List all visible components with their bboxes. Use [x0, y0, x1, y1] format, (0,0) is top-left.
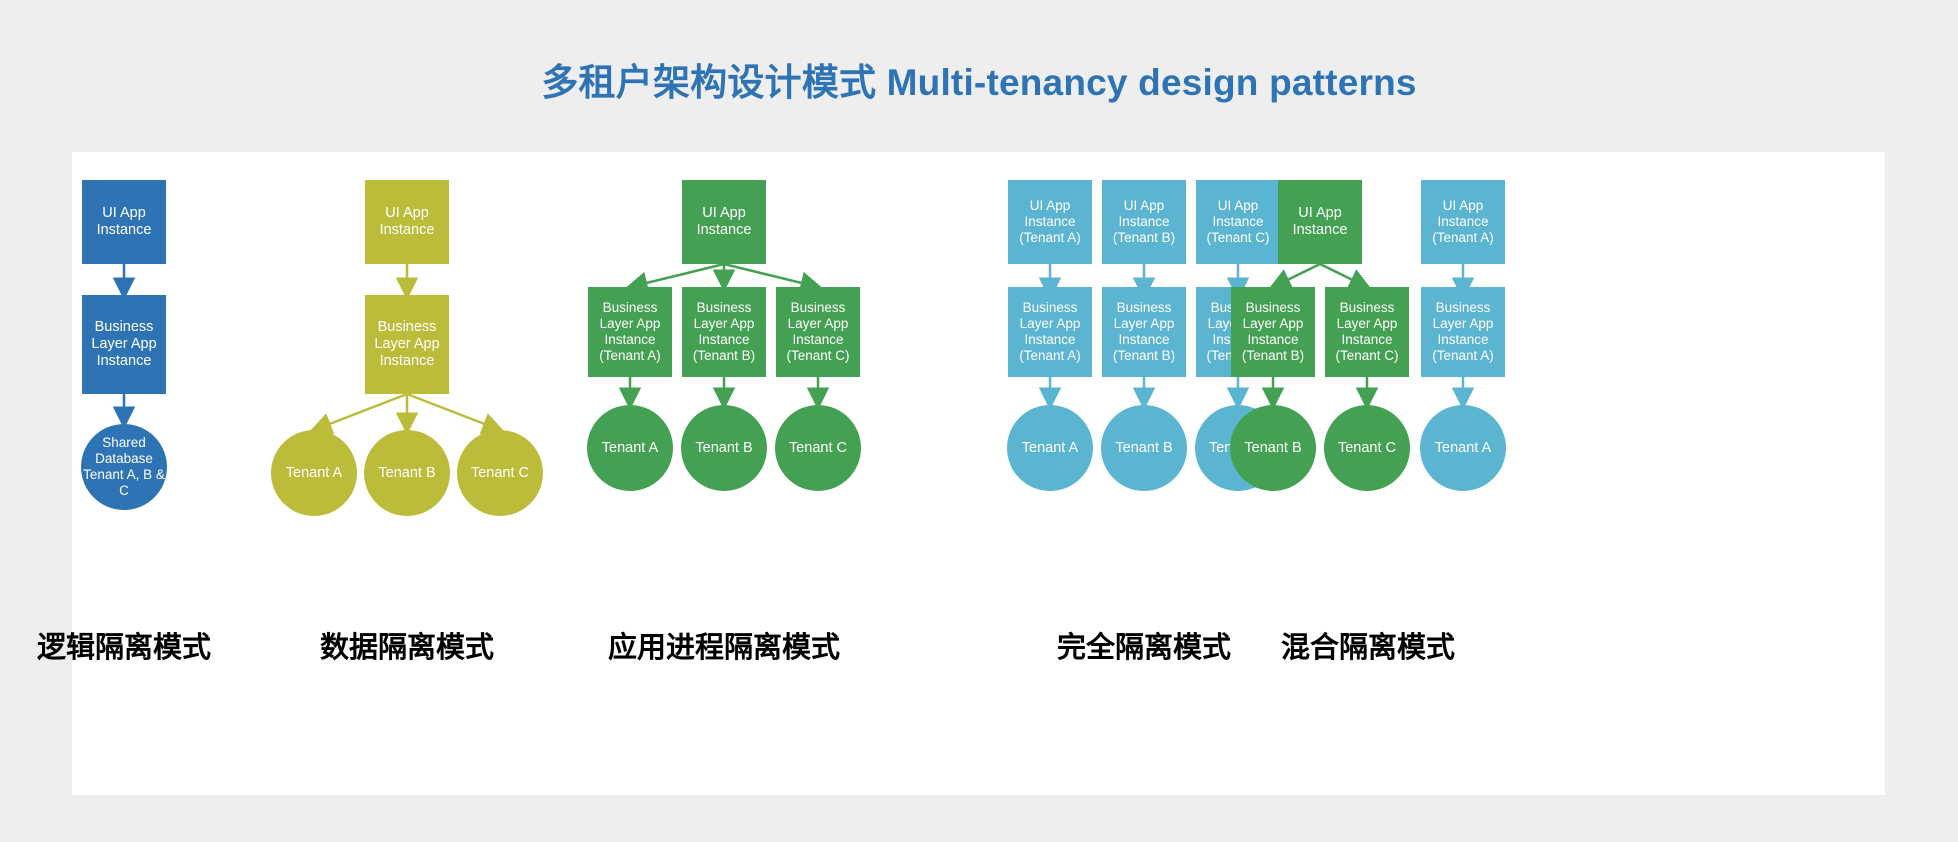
caption-app-process-isolation: 应用进程隔离模式 [607, 632, 840, 664]
node-ui-app-instance-tenant-b[interactable]: UI App Instance (Tenant B) [1102, 180, 1186, 264]
caption-data-isolation: 数据隔离模式 [319, 632, 494, 664]
node-tenant-b[interactable]: Tenant B [681, 405, 767, 491]
node-ui-app-instance[interactable]: UI App Instance [82, 180, 166, 264]
caption-hybrid-isolation: 混合隔离模式 [1280, 632, 1455, 664]
node-business-layer-app-instance-tenant-a[interactable]: Business Layer App Instance (Tenant A) [588, 287, 672, 377]
node-business-layer-app-instance-tenant-a[interactable]: Business Layer App Instance (Tenant A) [1421, 287, 1505, 377]
node-tenant-b[interactable]: Tenant B [1230, 405, 1316, 491]
node-tenant-b[interactable]: Tenant B [364, 430, 450, 516]
node-tenant-a[interactable]: Tenant A [1420, 405, 1506, 491]
node-business-layer-app-instance-tenant-b[interactable]: Business Layer App Instance (Tenant B) [682, 287, 766, 377]
node-tenant-a[interactable]: Tenant A [271, 430, 357, 516]
node-business-layer-app-instance[interactable]: Business Layer App Instance [82, 295, 166, 394]
node-business-layer-app-instance-tenant-b[interactable]: Business Layer App Instance (Tenant B) [1102, 287, 1186, 377]
node-tenant-c[interactable]: Tenant C [457, 430, 543, 516]
node-business-layer-app-instance[interactable]: Business Layer App Instance [365, 295, 449, 394]
node-business-layer-app-instance-tenant-c[interactable]: Business Layer App Instance (Tenant C) [776, 287, 860, 377]
node-business-layer-app-instance-tenant-a[interactable]: Business Layer App Instance (Tenant A) [1008, 287, 1092, 377]
node-tenant-a[interactable]: Tenant A [1007, 405, 1093, 491]
node-tenant-a[interactable]: Tenant A [587, 405, 673, 491]
caption-logical-isolation: 逻辑隔离模式 [36, 632, 211, 664]
node-tenant-b[interactable]: Tenant B [1101, 405, 1187, 491]
node-ui-app-instance-tenant-c[interactable]: UI App Instance (Tenant C) [1196, 180, 1280, 264]
node-business-layer-app-instance-tenant-c[interactable]: Business Layer App Instance (Tenant C) [1325, 287, 1409, 377]
node-ui-app-instance[interactable]: UI App Instance [682, 180, 766, 264]
caption-full-isolation: 完全隔离模式 [1056, 632, 1231, 664]
node-tenant-c[interactable]: Tenant C [1324, 405, 1410, 491]
node-ui-app-instance-shared[interactable]: UI App Instance [1278, 180, 1362, 264]
node-business-layer-app-instance-tenant-b[interactable]: Business Layer App Instance (Tenant B) [1231, 287, 1315, 377]
node-shared-database[interactable]: Shared Database Tenant A, B & C [81, 424, 167, 510]
node-ui-app-instance-tenant-a[interactable]: UI App Instance (Tenant A) [1421, 180, 1505, 264]
page-title: 多租户架构设计模式 Multi-tenancy design patterns [541, 62, 1417, 103]
diagram-canvas: UI App Instance Business Layer App Insta… [37, 152, 1885, 795]
node-tenant-c[interactable]: Tenant C [775, 405, 861, 491]
node-ui-app-instance-tenant-a[interactable]: UI App Instance (Tenant A) [1008, 180, 1092, 264]
node-ui-app-instance[interactable]: UI App Instance [365, 180, 449, 264]
